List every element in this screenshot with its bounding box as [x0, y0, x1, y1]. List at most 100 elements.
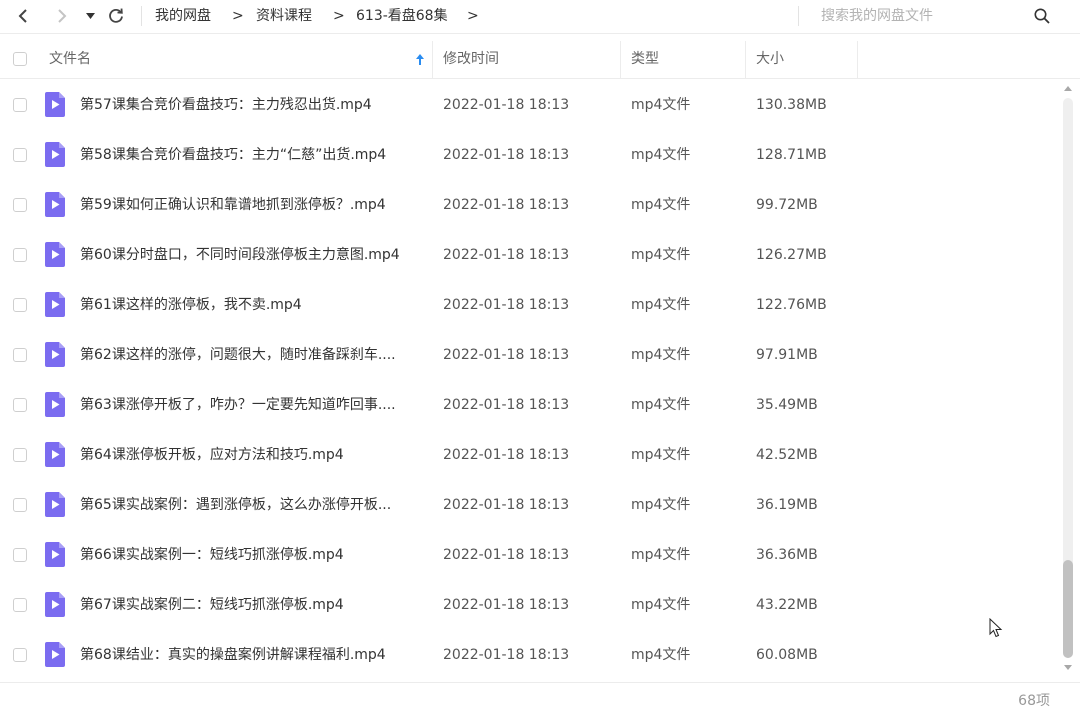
- file-name[interactable]: 第63课涨停开板了，咋办？一定要先知道咋回事....: [80, 380, 396, 430]
- file-modified-date: 2022-01-18 18:13: [443, 347, 570, 363]
- search-divider: [798, 6, 799, 26]
- column-divider[interactable]: [620, 41, 621, 78]
- breadcrumb-expand[interactable]: >: [467, 0, 479, 32]
- video-file-icon: [45, 642, 65, 667]
- search-button[interactable]: [1030, 4, 1054, 28]
- file-size: 128.71MB: [756, 147, 827, 163]
- select-all-checkbox[interactable]: [13, 52, 27, 66]
- video-file-icon: [45, 542, 65, 567]
- row-checkbox[interactable]: [13, 298, 27, 312]
- file-name[interactable]: 第67课实战案例二：短线巧抓涨停板.mp4: [80, 580, 344, 630]
- chevron-left-icon: [18, 9, 27, 23]
- file-name[interactable]: 第66课实战案例一：短线巧抓涨停板.mp4: [80, 530, 344, 580]
- file-modified-date: 2022-01-18 18:13: [443, 597, 570, 613]
- forward-button[interactable]: [52, 4, 72, 28]
- column-divider[interactable]: [857, 41, 858, 78]
- back-button[interactable]: [13, 4, 33, 28]
- file-size: 36.36MB: [756, 547, 818, 563]
- file-size: 126.27MB: [756, 247, 827, 263]
- file-row[interactable]: 第57课集合竞价看盘技巧：主力残忍出货.mp4 2022-01-18 18:13…: [0, 80, 1058, 130]
- file-row[interactable]: 第66课实战案例一：短线巧抓涨停板.mp4 2022-01-18 18:13 m…: [0, 530, 1058, 580]
- file-row[interactable]: 第67课实战案例二：短线巧抓涨停板.mp4 2022-01-18 18:13 m…: [0, 580, 1058, 630]
- file-type: mp4文件: [631, 297, 691, 313]
- file-size: 99.72MB: [756, 197, 818, 213]
- row-checkbox[interactable]: [13, 148, 27, 162]
- file-row[interactable]: 第68课结业：真实的操盘案例讲解课程福利.mp4 2022-01-18 18:1…: [0, 630, 1058, 680]
- scroll-down-arrow-icon[interactable]: [1063, 662, 1073, 672]
- file-row[interactable]: 第60课分时盘口，不同时间段涨停板主力意图.mp4 2022-01-18 18:…: [0, 230, 1058, 280]
- row-checkbox[interactable]: [13, 198, 27, 212]
- row-checkbox[interactable]: [13, 398, 27, 412]
- file-name[interactable]: 第62课这样的涨停，问题很大，随时准备踩刹车....: [80, 330, 396, 380]
- breadcrumb-separator: >: [333, 8, 345, 24]
- file-type: mp4文件: [631, 397, 691, 413]
- column-header-name[interactable]: 文件名: [49, 41, 91, 78]
- file-name[interactable]: 第60课分时盘口，不同时间段涨停板主力意图.mp4: [80, 230, 400, 280]
- file-row[interactable]: 第58课集合竞价看盘技巧：主力“仁慈”出货.mp4 2022-01-18 18:…: [0, 130, 1058, 180]
- scroll-up-arrow-icon[interactable]: [1063, 84, 1073, 94]
- file-modified-date: 2022-01-18 18:13: [443, 647, 570, 663]
- row-checkbox[interactable]: [13, 448, 27, 462]
- search-icon: [1034, 8, 1050, 24]
- file-size: 42.52MB: [756, 447, 818, 463]
- file-type: mp4文件: [631, 447, 691, 463]
- item-count: 68项: [1018, 693, 1050, 709]
- file-name[interactable]: 第68课结业：真实的操盘案例讲解课程福利.mp4: [80, 630, 386, 680]
- file-type: mp4文件: [631, 97, 691, 113]
- file-row[interactable]: 第64课涨停板开板，应对方法和技巧.mp4 2022-01-18 18:13 m…: [0, 430, 1058, 480]
- row-checkbox[interactable]: [13, 98, 27, 112]
- breadcrumb-current[interactable]: 613-看盘68集: [356, 0, 448, 32]
- column-header-size[interactable]: 大小: [756, 41, 784, 78]
- history-dropdown-button[interactable]: [83, 4, 97, 28]
- video-file-icon: [45, 342, 65, 367]
- file-modified-date: 2022-01-18 18:13: [443, 547, 570, 563]
- file-modified-date: 2022-01-18 18:13: [443, 397, 570, 413]
- column-header-modified[interactable]: 修改时间: [443, 41, 499, 78]
- file-size: 130.38MB: [756, 97, 827, 113]
- file-name[interactable]: 第61课这样的涨停板，我不卖.mp4: [80, 280, 302, 330]
- file-row[interactable]: 第61课这样的涨停板，我不卖.mp4 2022-01-18 18:13 mp4文…: [0, 280, 1058, 330]
- file-type: mp4文件: [631, 197, 691, 213]
- file-modified-date: 2022-01-18 18:13: [443, 297, 570, 313]
- file-size: 43.22MB: [756, 597, 818, 613]
- refresh-button[interactable]: [106, 4, 126, 28]
- file-name[interactable]: 第58课集合竞价看盘技巧：主力“仁慈”出货.mp4: [80, 130, 386, 180]
- toolbar: 我的网盘 > 资料课程 > 613-看盘68集 >: [0, 0, 1080, 34]
- file-name[interactable]: 第59课如何正确认识和靠谱地抓到涨停板？.mp4: [80, 180, 386, 230]
- row-checkbox[interactable]: [13, 248, 27, 262]
- file-size: 97.91MB: [756, 347, 818, 363]
- search-input[interactable]: [808, 4, 1041, 28]
- video-file-icon: [45, 492, 65, 517]
- toolbar-divider: [141, 6, 142, 26]
- sort-ascending-icon[interactable]: [415, 53, 425, 66]
- file-modified-date: 2022-01-18 18:13: [443, 147, 570, 163]
- column-divider[interactable]: [432, 41, 433, 78]
- file-row[interactable]: 第62课这样的涨停，问题很大，随时准备踩刹车.... 2022-01-18 18…: [0, 330, 1058, 380]
- file-name[interactable]: 第57课集合竞价看盘技巧：主力残忍出货.mp4: [80, 80, 372, 130]
- file-type: mp4文件: [631, 347, 691, 363]
- breadcrumb-root[interactable]: 我的网盘: [155, 0, 211, 32]
- row-checkbox[interactable]: [13, 548, 27, 562]
- video-file-icon: [45, 442, 65, 467]
- vertical-scrollbar[interactable]: [1063, 98, 1073, 658]
- video-file-icon: [45, 392, 65, 417]
- file-row[interactable]: 第65课实战案例：遇到涨停板，这么办涨停开板... 2022-01-18 18:…: [0, 480, 1058, 530]
- file-list-header: 文件名 修改时间 类型 大小: [0, 41, 1080, 79]
- row-checkbox[interactable]: [13, 648, 27, 662]
- row-checkbox[interactable]: [13, 598, 27, 612]
- row-checkbox[interactable]: [13, 498, 27, 512]
- file-type: mp4文件: [631, 597, 691, 613]
- video-file-icon: [45, 592, 65, 617]
- breadcrumb-folder[interactable]: 资料课程: [256, 0, 312, 32]
- refresh-icon: [109, 8, 123, 23]
- file-name[interactable]: 第64课涨停板开板，应对方法和技巧.mp4: [80, 430, 344, 480]
- scrollbar-thumb[interactable]: [1063, 560, 1073, 658]
- file-row[interactable]: 第63课涨停开板了，咋办？一定要先知道咋回事.... 2022-01-18 18…: [0, 380, 1058, 430]
- column-header-type[interactable]: 类型: [631, 41, 659, 78]
- file-row[interactable]: 第59课如何正确认识和靠谱地抓到涨停板？.mp4 2022-01-18 18:1…: [0, 180, 1058, 230]
- column-divider[interactable]: [745, 41, 746, 78]
- file-modified-date: 2022-01-18 18:13: [443, 447, 570, 463]
- file-name[interactable]: 第65课实战案例：遇到涨停板，这么办涨停开板...: [80, 480, 391, 530]
- row-checkbox[interactable]: [13, 348, 27, 362]
- video-file-icon: [45, 292, 65, 317]
